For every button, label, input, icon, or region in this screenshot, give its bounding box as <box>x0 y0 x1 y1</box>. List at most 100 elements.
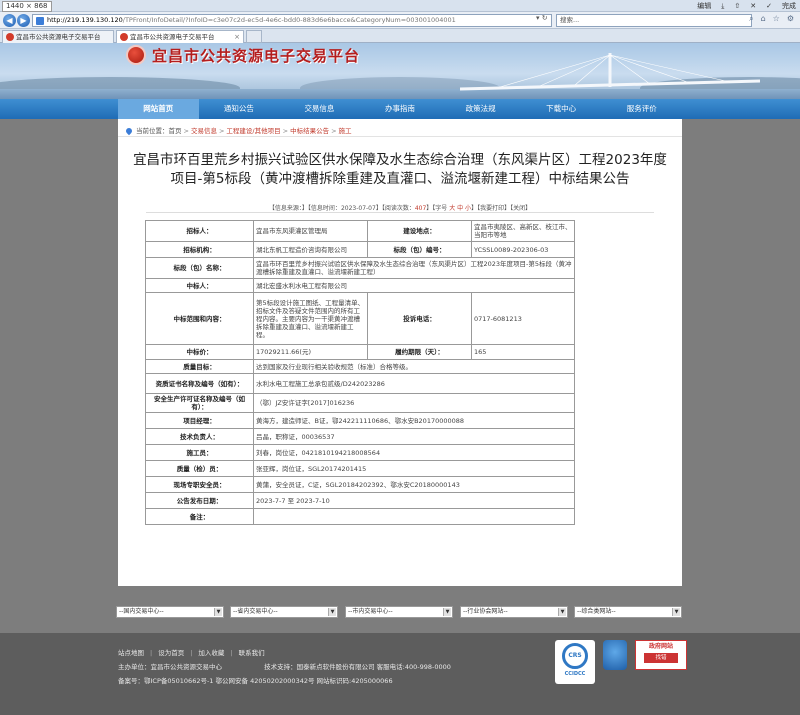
browser-tab-active[interactable]: 宜昌市公共资源电子交易平台 × <box>116 30 244 43</box>
label-quality-target: 质量目标： <box>145 359 254 374</box>
site-footer: 站点地图 | 设为首页 | 加入收藏 | 联系我们 主办单位：宜昌市公共资源交易中心 技术支… <box>0 633 800 715</box>
table-row: 项目经理： 黄海方，建造师证、B证，鄂242211110686、鄂水安B2017… <box>145 412 575 429</box>
label-safety-license: 安全生产许可证名称及编号（如有）： <box>145 393 254 413</box>
refresh-icon[interactable]: ▾ ↻ <box>536 14 548 22</box>
main-navigation: 网站首页 通知公告 交易信息 办事指南 政策法规 下载中心 服务评价 <box>0 99 800 119</box>
value-location: 宜昌市夷陵区、高新区、枝江市、当阳市等地 <box>471 220 575 242</box>
close-tab-icon[interactable]: × <box>234 31 240 43</box>
link-set-home[interactable]: 设为首页 <box>158 649 184 657</box>
label-safety-officer: 现场专职安全员： <box>145 476 254 493</box>
done-button[interactable]: 完成 <box>782 1 796 11</box>
url-input[interactable]: http://219.139.130.120/TPFront/InfoDetai… <box>32 14 552 27</box>
forward-icon[interactable]: ▶ <box>17 14 30 27</box>
select-provincial-centers[interactable]: --省内交易中心-- ▼ <box>230 606 338 618</box>
favorites-icon[interactable]: ☆ <box>773 14 780 24</box>
value-technical-lead: 吕晶，职称证，00036537 <box>253 428 575 445</box>
value-award-price: 17029211.66(元) <box>253 344 368 360</box>
link-sitemap[interactable]: 站点地图 <box>118 649 144 657</box>
breadcrumb-award-notice[interactable]: 中标结果公告 <box>290 127 329 135</box>
page-icon <box>36 17 44 25</box>
label-section-code: 标段（包）编号： <box>367 241 472 258</box>
browser-tab[interactable]: 宜昌市公共资源电子交易平台 <box>2 30 114 43</box>
edit-button[interactable]: 编辑 <box>697 1 711 11</box>
label-agency: 招标机构： <box>145 241 254 258</box>
table-row: 中标范围和内容： 第5标段设计施工图纸、工程量清单、招标文件及答疑文件范围内的所… <box>145 292 575 345</box>
close-icon[interactable]: ✕ <box>750 1 756 11</box>
table-row: 质量目标： 达到国家及行业现行相关验收规范（标准）合格等级。 <box>145 359 575 374</box>
award-info-table: 招标人： 宜昌市东风渠灌区管理局 建设地点： 宜昌市夷陵区、高新区、枝江市、当阳… <box>145 220 575 525</box>
views-label: 阅读次数： <box>384 205 415 212</box>
logo-text: 宜昌市公共资源电子交易平台 <box>152 46 361 65</box>
label-award-price: 中标价： <box>145 344 254 360</box>
value-section-code: YCSSL0089-202306-03 <box>471 241 575 258</box>
value-agency: 湖北东帆工程造价咨询有限公司 <box>253 241 368 258</box>
location-pin-icon <box>124 126 134 136</box>
emblem-icon <box>126 45 146 65</box>
home-icon[interactable]: ⌂ <box>761 14 766 24</box>
label-qualification: 资质证书名称及编号（如有）： <box>145 373 254 394</box>
nav-home[interactable]: 网站首页 <box>118 99 199 119</box>
host-label: 主办单位：宜昌市公共资源交易中心 <box>118 663 222 671</box>
value-remarks <box>253 508 575 525</box>
footer-links: 站点地图 | 设为首页 | 加入收藏 | 联系我们 <box>118 649 265 657</box>
value-qualification: 水利水电工程施工总承包贰级/D242023286 <box>253 373 575 394</box>
nav-trading-info[interactable]: 交易信息 <box>279 99 360 119</box>
window-controls: 编辑 ⤓ ⇧ ✕ ✓ 完成 <box>697 1 796 11</box>
nav-downloads[interactable]: 下载中心 <box>521 99 602 119</box>
trust-badge[interactable] <box>603 640 627 670</box>
check-icon[interactable]: ✓ <box>766 1 772 11</box>
nav-evaluation[interactable]: 服务评价 <box>601 99 682 119</box>
select-label: --市内交易中心-- <box>348 608 393 615</box>
table-row: 资质证书名称及编号（如有）： 水利水电工程施工总承包贰级/D242023286 <box>145 373 575 394</box>
gov-site-error-badge[interactable]: 政府网站 找错 <box>635 640 687 670</box>
value-quality-inspector: 张亚辉，岗位证，SGL20174201415 <box>253 460 575 477</box>
select-national-centers[interactable]: --国内交易中心-- ▼ <box>116 606 224 618</box>
footer-host: 主办单位：宜昌市公共资源交易中心 技术支持：国泰新点软件股份有限公司 客服电话:… <box>118 661 451 671</box>
new-tab-button[interactable] <box>246 30 262 43</box>
search-input[interactable]: 搜索... <box>556 14 752 27</box>
nav-guide[interactable]: 办事指南 <box>360 99 441 119</box>
breadcrumb-trading-info[interactable]: 交易信息 <box>191 127 217 135</box>
ccidcc-label: CCIDCC <box>564 671 586 677</box>
tab-bar: 宜昌市公共资源电子交易平台 宜昌市公共资源电子交易平台 × <box>0 29 800 43</box>
label-section-name: 标段（包）名称： <box>145 257 254 279</box>
value-winner: 湖北宏盛水利水电工程有限公司 <box>253 278 575 293</box>
font-size-options[interactable]: 大 中 小 <box>449 205 471 212</box>
publish-time: 2023-07-07 <box>340 205 376 212</box>
print-link[interactable]: 】【我要打印】 <box>471 205 510 212</box>
select-industry-sites[interactable]: --行业协会网站-- ▼ <box>460 606 568 618</box>
select-general-sites[interactable]: --综合类网站-- ▼ <box>574 606 682 618</box>
site-logo[interactable]: 宜昌市公共资源电子交易平台 <box>126 45 360 65</box>
label-scope: 中标范围和内容： <box>145 292 254 345</box>
nav-policy[interactable]: 政策法规 <box>440 99 521 119</box>
close-link[interactable]: 【关闭】 <box>510 205 531 212</box>
link-add-favorite[interactable]: 加入收藏 <box>198 649 224 657</box>
breadcrumb-construction[interactable]: 施工 <box>339 127 352 135</box>
select-city-centers[interactable]: --市内交易中心-- ▼ <box>345 606 453 618</box>
tab-favicon <box>120 33 128 41</box>
label-publish-date: 公告发布日期： <box>145 492 254 509</box>
bridge-illustration <box>460 53 760 91</box>
table-row: 中标人： 湖北宏盛水利水电工程有限公司 <box>145 278 575 293</box>
ccidcc-badge[interactable]: CRS CCIDCC <box>555 640 595 684</box>
settings-icon[interactable]: ⚙ <box>787 14 794 24</box>
back-icon[interactable]: ◀ <box>3 14 16 27</box>
footer-badges: CRS CCIDCC 政府网站 找错 <box>555 640 687 684</box>
label-construction-worker: 施工员： <box>145 444 254 461</box>
chevron-down-icon: ▼ <box>328 608 336 616</box>
label-winner: 中标人： <box>145 278 254 293</box>
tab-favicon <box>6 33 14 41</box>
search-icon[interactable]: ⌕ <box>749 14 753 24</box>
url-host: http://219.139.130.120 <box>47 16 123 24</box>
table-row: 质量（检）员： 张亚辉，岗位证，SGL20174201415 <box>145 460 575 477</box>
value-duration: 165 <box>471 344 575 360</box>
label-tenderer: 招标人： <box>145 220 254 242</box>
value-construction-worker: 刘春，岗位证，0421810194218008564 <box>253 444 575 461</box>
share-icon[interactable]: ⇧ <box>734 1 740 11</box>
nav-notices[interactable]: 通知公告 <box>199 99 280 119</box>
link-contact[interactable]: 联系我们 <box>239 649 265 657</box>
breadcrumb-home[interactable]: 首页 <box>169 127 182 135</box>
breadcrumb-engineering[interactable]: 工程建设/其他项目 <box>226 127 280 135</box>
download-icon[interactable]: ⤓ <box>721 1 724 11</box>
address-bar: ◀ ▶ http://219.139.130.120/TPFront/InfoD… <box>0 12 800 29</box>
